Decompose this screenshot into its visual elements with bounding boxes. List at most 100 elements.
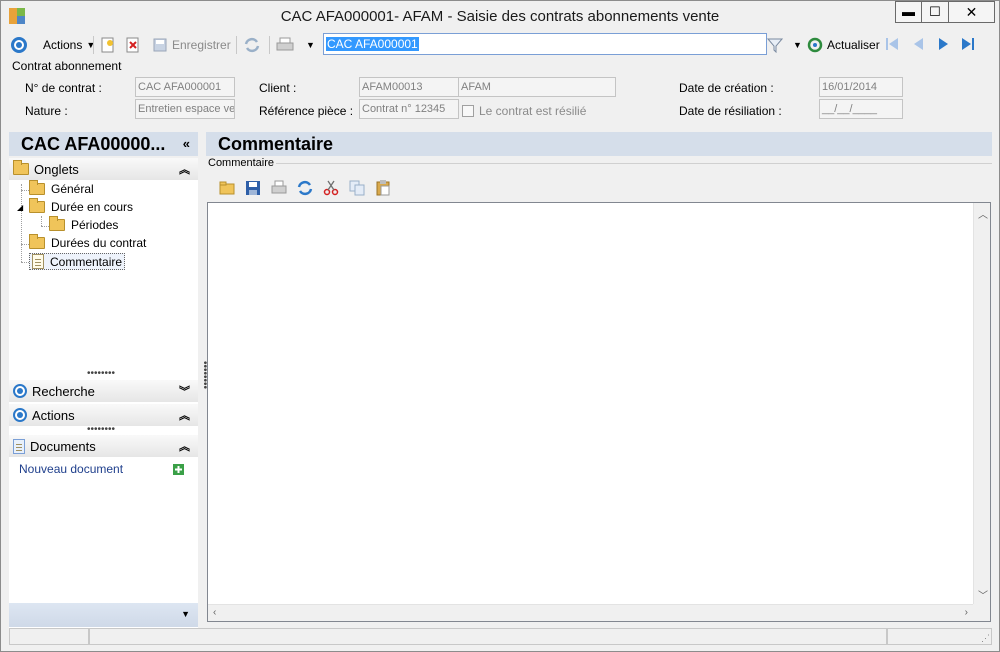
left-panel-title: CAC AFA00000... bbox=[21, 134, 166, 154]
first-record-icon[interactable] bbox=[885, 37, 899, 51]
splitter-handle[interactable]: •••••••• bbox=[87, 368, 115, 379]
next-record-icon[interactable] bbox=[937, 37, 951, 51]
comment-text-area[interactable]: ︿ ﹀ ‹ › bbox=[207, 202, 991, 622]
add-plus-icon[interactable] bbox=[173, 464, 184, 475]
save-button[interactable]: Enregistrer bbox=[152, 34, 231, 56]
terminated-label: Le contrat est résilié bbox=[479, 104, 587, 118]
creation-date-field[interactable]: 16/01/2014 bbox=[819, 77, 903, 97]
scroll-left-icon[interactable]: ‹ bbox=[213, 607, 216, 618]
scroll-right-icon[interactable]: › bbox=[965, 607, 968, 618]
client-code-field[interactable]: AFAM00013 bbox=[359, 77, 459, 97]
printer-icon[interactable] bbox=[271, 180, 287, 196]
client-name-field[interactable]: AFAM bbox=[458, 77, 616, 97]
delete-button[interactable] bbox=[125, 34, 141, 56]
main-toolbar: Actions ▼ Enregistrer ▼ CAC AFA000001 ▼ bbox=[5, 32, 995, 58]
collapse-panel-icon[interactable]: « bbox=[183, 136, 190, 151]
termination-date-field[interactable]: __/__/____ bbox=[819, 99, 903, 119]
close-button[interactable]: ✕ bbox=[949, 1, 995, 23]
folder-icon bbox=[49, 216, 65, 231]
last-record-icon[interactable] bbox=[961, 37, 975, 51]
cut-scissors-icon[interactable] bbox=[323, 180, 339, 196]
new-document-link[interactable]: Nouveau document bbox=[19, 462, 123, 476]
new-document-icon bbox=[101, 37, 114, 53]
print-dropdown-icon[interactable]: ▼ bbox=[306, 40, 315, 50]
nature-field[interactable]: Entretien espace ve bbox=[135, 99, 235, 119]
print-button[interactable]: ▼ bbox=[276, 34, 315, 56]
tree-item-contract-durations[interactable]: Durées du contrat bbox=[29, 234, 147, 250]
collapse-up-icon[interactable]: ︽ bbox=[179, 407, 190, 423]
paste-clipboard-icon[interactable] bbox=[375, 180, 391, 196]
refresh-button[interactable]: Actualiser bbox=[807, 34, 880, 56]
tree-item-label: Durées du contrat bbox=[51, 236, 147, 250]
minimize-button[interactable]: ▬ bbox=[895, 1, 922, 23]
status-cell-right bbox=[887, 628, 992, 645]
scroll-down-icon[interactable]: ﹀ bbox=[978, 587, 988, 602]
status-cell-left bbox=[9, 628, 89, 645]
collapse-up-icon[interactable]: ︽ bbox=[179, 438, 190, 454]
tree-item-label: Durée en cours bbox=[51, 200, 134, 214]
client-label: Client : bbox=[259, 81, 297, 95]
tabs-section-header[interactable]: Onglets ︽ bbox=[9, 158, 198, 180]
expand-triangle-icon[interactable]: ◢ bbox=[17, 203, 23, 212]
tree-item-periods[interactable]: Périodes bbox=[49, 216, 119, 232]
record-search-input[interactable]: CAC AFA000001 bbox=[323, 33, 767, 55]
contract-number-field[interactable]: CAC AFA000001 bbox=[135, 77, 235, 97]
filter-button[interactable]: ▼ bbox=[767, 34, 802, 56]
application-window: CAC AFA000001- AFAM - Saisie des contrat… bbox=[0, 0, 1000, 652]
open-folder-icon[interactable] bbox=[219, 180, 235, 196]
terminated-checkbox[interactable] bbox=[462, 105, 474, 117]
status-bar: ⋰ bbox=[9, 628, 992, 646]
dropdown-arrow-icon[interactable]: ▼ bbox=[181, 609, 190, 619]
maximize-button[interactable]: ☐ bbox=[922, 1, 949, 23]
folder-icon bbox=[13, 160, 29, 175]
folder-icon bbox=[29, 234, 45, 249]
right-panel-header: Commentaire bbox=[206, 132, 992, 156]
sync-arrows-icon bbox=[244, 37, 260, 53]
new-document-label: Nouveau document bbox=[19, 462, 124, 476]
new-button[interactable] bbox=[100, 34, 116, 56]
save-disk-icon[interactable] bbox=[245, 180, 261, 196]
actions-section-label: Actions bbox=[32, 407, 75, 423]
save-label: Enregistrer bbox=[172, 38, 231, 52]
documents-section-header[interactable]: Documents ︽ bbox=[9, 435, 198, 457]
expand-down-icon[interactable]: ︾ bbox=[179, 383, 190, 399]
collapse-up-icon[interactable]: ︽ bbox=[179, 161, 190, 177]
scroll-up-icon[interactable]: ︿ bbox=[978, 206, 988, 221]
reference-field[interactable]: Contrat n° 12345 bbox=[359, 99, 459, 119]
vertical-scrollbar[interactable]: ︿ ﹀ bbox=[973, 203, 990, 605]
horizontal-scrollbar[interactable]: ‹ › bbox=[208, 604, 973, 621]
sync-button[interactable] bbox=[243, 34, 261, 56]
search-target-icon bbox=[13, 384, 27, 398]
filter-dropdown-icon[interactable]: ▼ bbox=[793, 40, 802, 50]
window-title: CAC AFA000001- AFAM - Saisie des contrat… bbox=[280, 8, 720, 25]
comment-group-label: Commentaire bbox=[208, 157, 277, 169]
left-panel-header: CAC AFA00000... « bbox=[9, 132, 198, 156]
previous-record-icon[interactable] bbox=[911, 37, 925, 51]
copy-icon[interactable] bbox=[349, 180, 365, 196]
tabs-section-label: Onglets bbox=[34, 161, 79, 177]
document-icon bbox=[32, 254, 44, 269]
title-bar[interactable]: CAC AFA000001- AFAM - Saisie des contrat… bbox=[1, 1, 999, 31]
panel-footer[interactable]: ▼ bbox=[9, 603, 198, 627]
delete-icon bbox=[126, 37, 139, 53]
tree-item-current-duration[interactable]: ◢ Durée en cours bbox=[17, 198, 134, 214]
contract-group-label: Contrat abonnement bbox=[12, 59, 122, 73]
comment-content bbox=[208, 203, 990, 211]
search-section-label: Recherche bbox=[32, 383, 95, 399]
splitter-handle[interactable]: •••••••• bbox=[87, 424, 115, 435]
actions-target-icon bbox=[13, 408, 27, 422]
tree-item-label: Périodes bbox=[71, 218, 119, 232]
refresh-label: Actualiser bbox=[827, 38, 880, 52]
tree-item-label: Général bbox=[51, 182, 94, 196]
documents-icon bbox=[13, 438, 25, 454]
actions-section-header[interactable]: Actions ︽ bbox=[9, 404, 198, 426]
refresh-icon bbox=[807, 37, 823, 53]
refresh-arrows-icon[interactable] bbox=[297, 180, 313, 196]
resize-grip-icon[interactable]: ⋰ bbox=[981, 633, 990, 644]
actions-menu-button[interactable]: Actions ▼ bbox=[11, 34, 95, 56]
tree-item-general[interactable]: Général bbox=[29, 180, 94, 196]
nature-label: Nature : bbox=[25, 104, 68, 118]
tree-item-comment[interactable]: Commentaire bbox=[29, 253, 126, 270]
folder-icon bbox=[29, 198, 45, 213]
search-section-header[interactable]: Recherche ︾ bbox=[9, 380, 198, 402]
